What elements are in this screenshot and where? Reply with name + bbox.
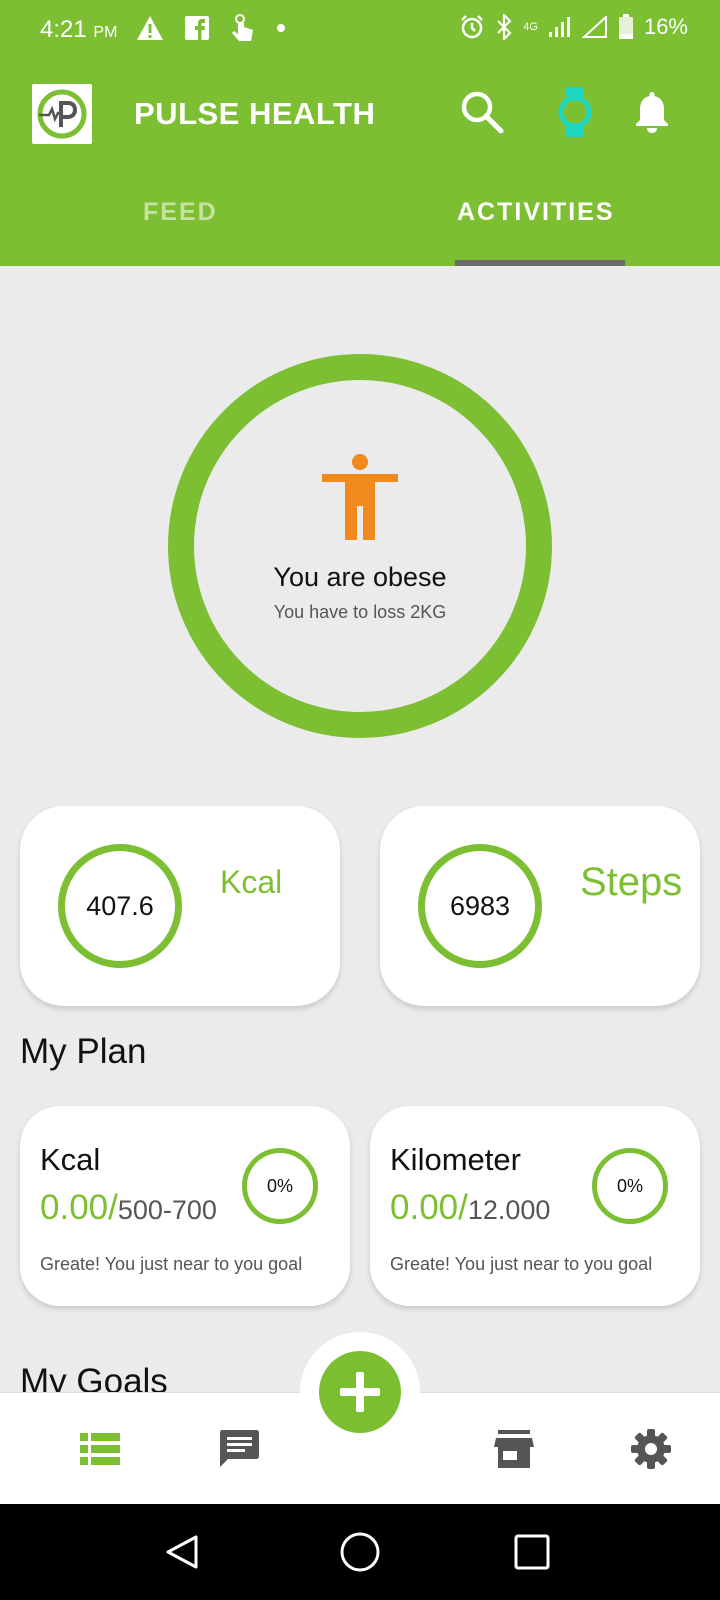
plan-card-kilometer[interactable]: Kilometer 0.00/12.000 0% Greate! You jus… [370,1106,700,1306]
nav-list-button[interactable] [70,1419,130,1479]
status-bar: 4:21 PM 4G 16% [0,0,720,62]
app-title: PULSE HEALTH [134,96,376,131]
add-button[interactable] [319,1351,401,1433]
network-type: 4G [523,21,538,33]
my-plan-title: My Plan [20,1032,147,1071]
app-logo [32,84,92,144]
store-icon [494,1430,534,1468]
plan-message: Greate! You just near to you goal [390,1254,653,1274]
kcal-value: 407.6 [58,844,182,968]
notification-icons [136,14,286,42]
system-navigation-bar [0,1504,720,1600]
gear-icon [631,1429,671,1469]
home-button[interactable] [338,1530,382,1574]
logo-icon [37,89,87,139]
warning-icon [137,16,163,40]
body-status-subtitle: You have to loss 2KG [273,602,447,622]
nav-chat-button[interactable] [209,1419,269,1479]
back-icon [166,1535,198,1569]
notifications-button[interactable] [626,86,678,138]
person-icon [320,454,400,545]
plan-card-values: 0.00/12.000 [390,1188,550,1228]
nav-settings-button[interactable] [621,1419,681,1479]
plan-progress-ring: 0% [592,1148,668,1224]
plan-card-title: Kcal [40,1142,101,1177]
system-status: 4G 16% [459,14,688,40]
recents-icon [514,1534,550,1570]
watch-icon [558,87,592,137]
steps-value: 6983 [418,844,542,968]
kcal-stat-card[interactable]: 407.6 Kcal [20,806,340,1006]
signal-icon [548,17,570,37]
tab-activities[interactable]: ACTIVITIES [457,198,615,227]
nav-store-button[interactable] [484,1419,544,1479]
recents-button[interactable] [510,1530,554,1574]
status-time: 4:21 PM [40,16,118,43]
plan-progress-ring: 0% [242,1148,318,1224]
app-bar: PULSE HEALTH FEED ACTIVITIES [0,62,720,266]
battery-percent: 16% [643,14,688,39]
plan-message: Greate! You just near to you goal [40,1254,303,1274]
tab-feed[interactable]: FEED [143,198,218,227]
steps-label: Steps [580,860,683,904]
search-button[interactable] [456,86,508,138]
kcal-label: Kcal [220,864,283,900]
plan-card-title: Kilometer [390,1142,521,1177]
bell-icon [636,92,668,133]
plan-target: 500-700 [117,1195,217,1225]
search-icon [461,91,504,134]
plus-icon [340,1372,380,1412]
bluetooth-icon [497,14,512,40]
back-button[interactable] [160,1530,204,1574]
list-icon [80,1433,120,1465]
active-tab-indicator [455,260,625,266]
touch-icon [232,14,253,41]
plan-target: 12.000 [467,1195,551,1225]
plan-current: 0.00/ [40,1188,118,1227]
plan-current: 0.00/ [390,1188,468,1227]
smartwatch-button[interactable] [549,86,601,138]
alarm-icon [461,15,484,39]
facebook-icon [185,16,209,40]
cell-signal-icon [581,16,607,38]
body-status-ring [168,354,552,738]
plan-card-values: 0.00/500-700 [40,1188,217,1228]
battery-icon [618,14,633,39]
dot-icon [277,24,285,32]
chat-icon [220,1430,259,1467]
steps-stat-card[interactable]: 6983 Steps [380,806,700,1006]
body-status-title: You are obese [273,562,447,592]
plan-card-kcal[interactable]: Kcal 0.00/500-700 0% Greate! You just ne… [20,1106,350,1306]
home-icon [340,1532,380,1572]
